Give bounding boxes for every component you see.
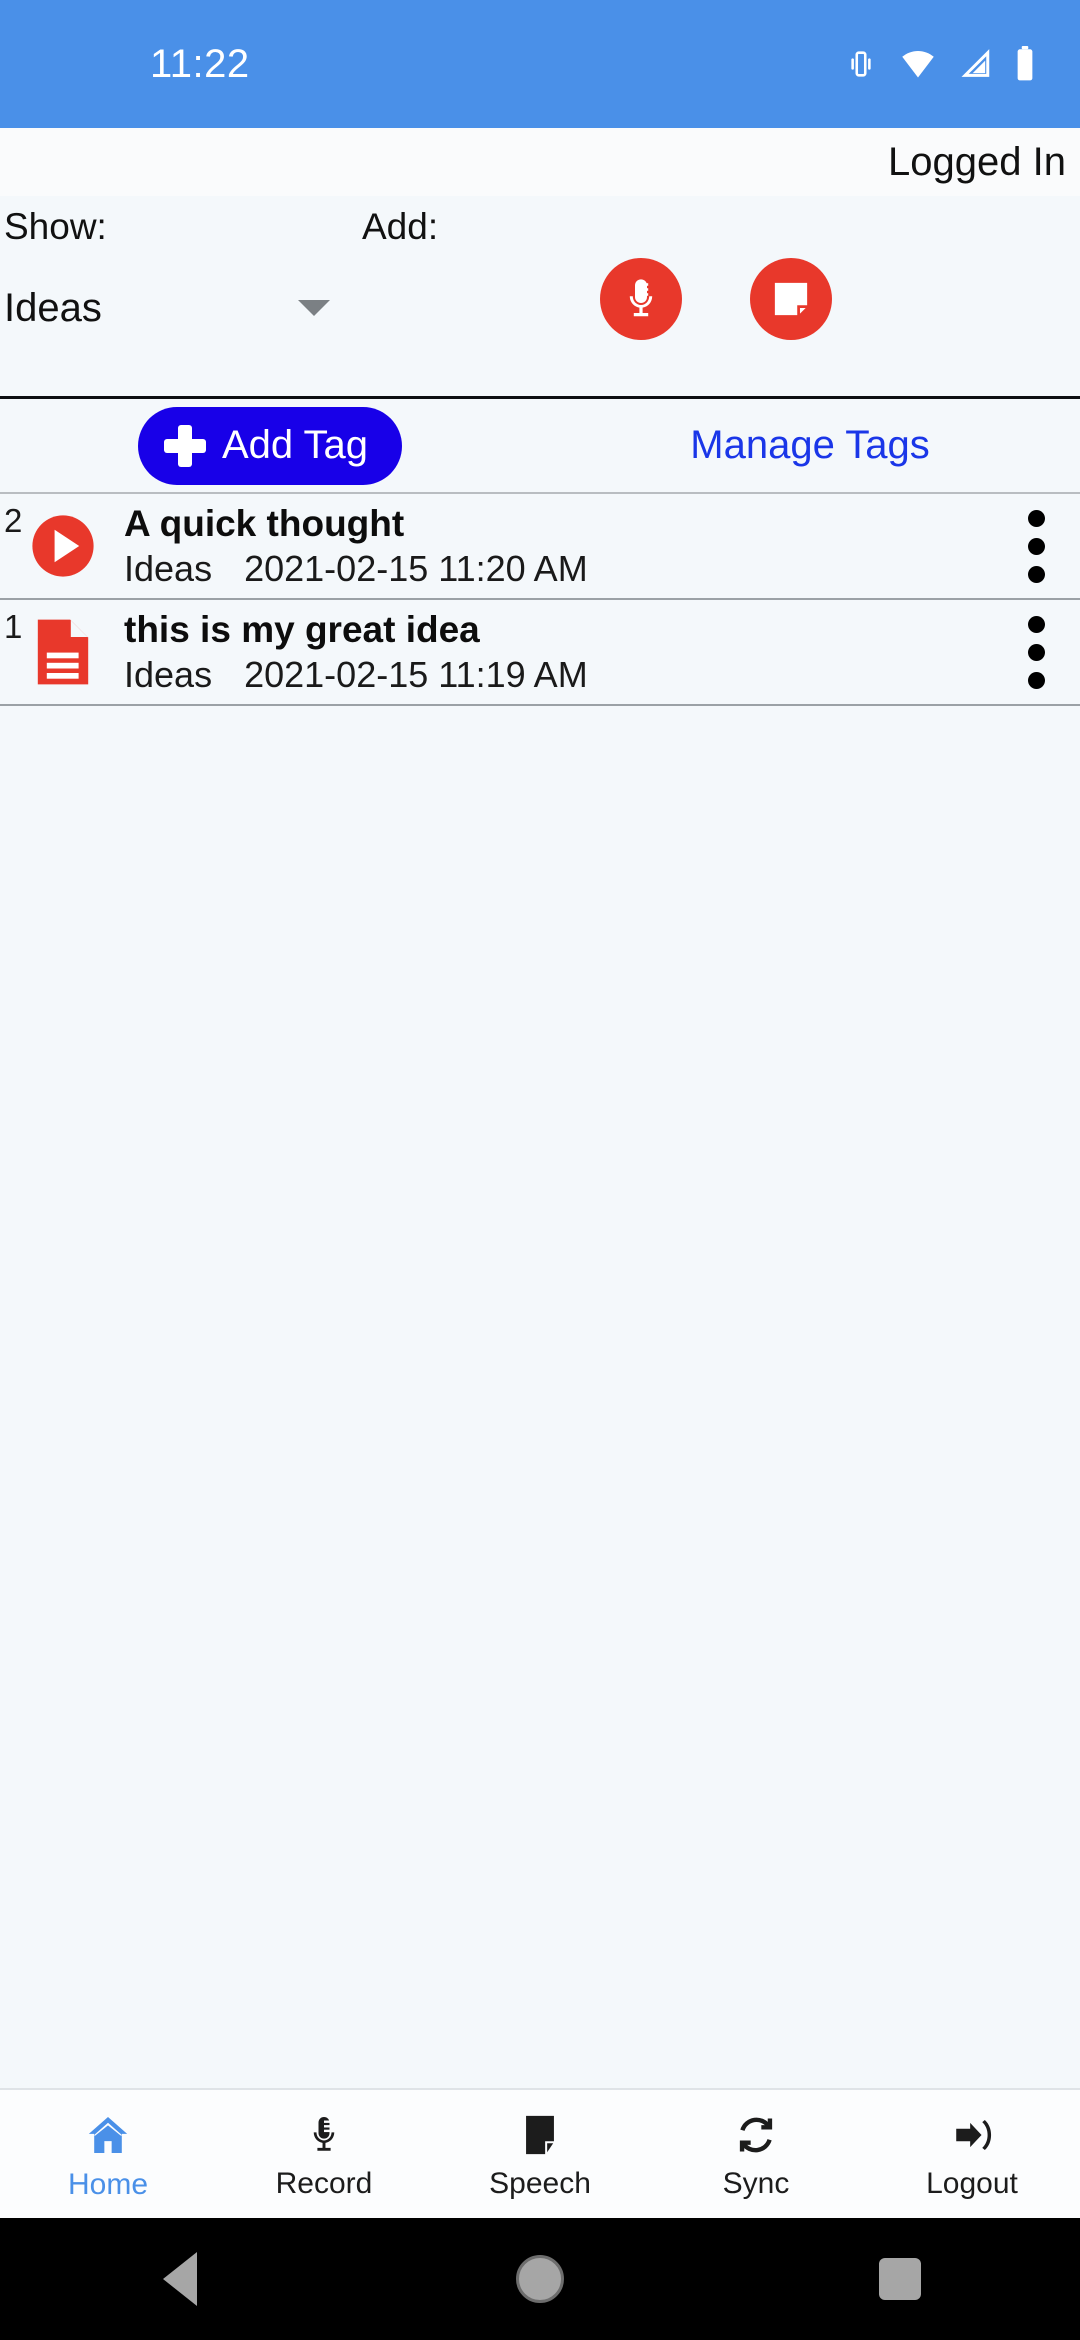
home-icon [85,2112,131,2158]
add-tag-label: Add Tag [221,423,369,467]
row-meta: Ideas 2021-02-15 11:19 AM [124,653,992,696]
table-row[interactable]: 2 A quick thought Ideas 2021-02-15 11:20… [0,494,1080,600]
refresh-icon [734,2113,778,2157]
system-back-button[interactable] [0,2252,360,2306]
add-label: Add: [362,206,439,247]
row-content: A quick thought Ideas 2021-02-15 11:20 A… [104,502,992,591]
row-meta: Ideas 2021-02-15 11:20 AM [124,547,992,590]
row-title: this is my great idea [124,608,480,650]
logout-icon [950,2113,994,2157]
note-icon [520,2113,560,2157]
more-vertical-icon[interactable] [992,615,1080,689]
app-root: 11:22 Logged In Show: Add: Ideas Add Tag… [0,0,1080,2340]
row-title: A quick thought [124,502,405,544]
row-index: 1 [4,608,23,645]
add-tag-cell: Add Tag [0,406,540,485]
nav-item-speech-label: Speech [489,2167,591,2200]
microphone-icon [617,275,665,323]
manage-tags-button[interactable]: Manage Tags [690,423,929,468]
nav-item-home-label: Home [67,2168,149,2201]
nav-item-logout-label: Logout [926,2167,1018,2200]
square-recents-icon [879,2258,921,2300]
add-recording-button[interactable] [600,258,682,340]
chevron-down-icon [298,300,330,316]
system-home-button[interactable] [360,2255,720,2303]
nav-item-record-label: Record [275,2167,373,2200]
show-label: Show: [4,206,107,247]
manage-tags-cell: Manage Tags [540,423,1080,468]
status-bar-icons [844,46,1036,82]
battery-icon [1014,46,1036,82]
more-vertical-icon[interactable] [992,509,1080,583]
add-note-button[interactable] [750,258,832,340]
microphone-icon [302,2113,346,2157]
circle-home-icon [516,2255,564,2303]
nav-item-sync[interactable]: Sync [648,2090,864,2218]
vibrate-icon [844,47,878,81]
table-row[interactable]: 1 this is my great idea Ideas 2021-02-15… [0,600,1080,706]
nav-item-sync-label: Sync [722,2167,790,2200]
controls-section: Show: Add: Ideas [0,196,1080,396]
nav-item-logout[interactable]: Logout [864,2090,1080,2218]
show-filter-spinner[interactable]: Ideas [4,270,344,346]
play-circle-icon[interactable] [22,510,104,582]
nav-item-speech[interactable]: Speech [432,2090,648,2218]
row-timestamp: 2021-02-15 11:20 AM [244,548,588,590]
triangle-back-icon [163,2252,197,2306]
notes-list: 2 A quick thought Ideas 2021-02-15 11:20… [0,494,1080,2088]
system-navigation-bar [0,2218,1080,2340]
cell-signal-icon [958,49,992,79]
add-tag-button[interactable]: Add Tag [137,406,403,485]
status-bar: 11:22 [0,0,1080,128]
row-tag: Ideas [124,654,213,696]
document-icon[interactable] [22,616,104,688]
note-icon [769,277,813,321]
plus-icon [163,424,206,467]
nav-item-record[interactable]: Record [216,2090,432,2218]
nav-item-home[interactable]: Home [0,2090,216,2218]
row-index: 2 [4,502,23,539]
show-filter-value: Ideas [4,285,102,330]
status-bar-clock: 11:22 [150,41,250,86]
system-recents-button[interactable] [720,2258,1080,2300]
tag-toolbar: Add Tag Manage Tags [0,396,1080,494]
login-status-bar: Logged In [0,128,1080,196]
wifi-icon [900,49,936,79]
login-status-text: Logged In [888,139,1066,184]
row-tag: Ideas [124,548,213,590]
bottom-navigation: Home Record Speech Sync Logout [0,2088,1080,2218]
row-timestamp: 2021-02-15 11:19 AM [244,654,588,696]
row-content: this is my great idea Ideas 2021-02-15 1… [104,608,992,697]
